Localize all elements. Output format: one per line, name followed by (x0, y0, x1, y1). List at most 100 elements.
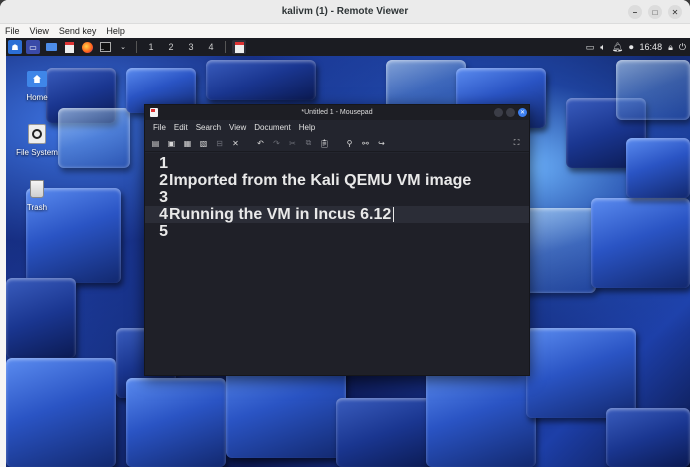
mp-menu-view[interactable]: View (225, 123, 250, 132)
mp-menu-search[interactable]: Search (192, 123, 225, 132)
find-icon[interactable]: ⚲ (343, 137, 356, 150)
save-as-icon[interactable]: ▧ (197, 137, 210, 150)
wallpaper-cube (426, 368, 536, 467)
display-icon[interactable]: ▭ (586, 42, 595, 53)
menu-send-key[interactable]: Send key (54, 26, 102, 36)
remote-viewer-title: kalivm (1) - Remote Viewer (281, 6, 409, 17)
wallpaper-cube (126, 378, 226, 467)
paste-icon[interactable]: 📋︎ (318, 137, 331, 150)
mousepad-titlebar[interactable]: *Untitled 1 - Mousepad ✕ (145, 105, 529, 120)
lock-screen-icon[interactable]: 🔒︎ (668, 42, 673, 53)
mp-menu-help[interactable]: Help (295, 123, 319, 132)
save-icon[interactable]: ▦ (181, 137, 194, 150)
workspace-3[interactable]: 3 (183, 40, 199, 54)
logout-icon[interactable]: ⏻ (679, 42, 686, 53)
chevron-down-icon: ⌄ (120, 44, 126, 51)
desktop-icon-label: Trash (26, 203, 48, 212)
mousepad-menubar: File Edit Search View Document Help (145, 120, 529, 135)
kali-dragon-icon: ☗ (11, 42, 19, 52)
workspace-4[interactable]: 4 (203, 40, 219, 54)
show-desktop-button[interactable]: ▭ (26, 40, 40, 54)
editor-line-current: 4 Running the VM in Incus 6.12 (145, 206, 529, 223)
kali-menu-button[interactable]: ☗ (8, 40, 22, 54)
desktop-icon-file-system[interactable]: File System (9, 123, 65, 157)
undo-icon[interactable]: ↶ (254, 137, 267, 150)
menu-file[interactable]: File (0, 26, 25, 36)
copy-icon[interactable]: ⧉ (302, 137, 315, 150)
mousepad-minimize-button[interactable] (494, 108, 503, 117)
mousepad-title: *Untitled 1 - Mousepad (301, 109, 373, 116)
menu-help[interactable]: Help (101, 26, 130, 36)
mousepad-window: *Untitled 1 - Mousepad ✕ File Edit Searc… (144, 104, 530, 376)
wallpaper-cube (58, 108, 130, 168)
remote-viewer-titlebar[interactable]: kalivm (1) - Remote Viewer – □ ✕ (0, 0, 690, 24)
xfce-panel: ☗ ▭ _ ⌄ 1 2 3 4 ▭ 🔈︎ 🔔︎ ⏺ 16:48 🔒︎ ⏻ (6, 38, 690, 56)
folder-icon (45, 43, 57, 51)
volume-icon[interactable]: 🔈︎ (600, 42, 605, 53)
line-number: 3 (159, 188, 168, 206)
mousepad-toolbar: ▤ ▣ ▦ ▧ ⊟ ✕ ↶ ↷ ✂ ⧉ 📋︎ ⚲ ⚯ ↪ ⛶ (145, 135, 529, 152)
close-icon: ✕ (519, 110, 526, 116)
workspace-2[interactable]: 2 (163, 40, 179, 54)
drive-icon (26, 123, 48, 145)
editor-line: 1 (145, 155, 529, 172)
mp-menu-document[interactable]: Document (250, 123, 294, 132)
redo-icon[interactable]: ↷ (270, 137, 283, 150)
desktop-icon-label: File System (16, 148, 58, 157)
line-number: 2 (159, 171, 168, 189)
mousepad-app-icon (150, 108, 158, 117)
new-document-icon[interactable]: ▤ (149, 137, 162, 150)
maximize-icon: □ (652, 7, 658, 17)
text-caret (393, 207, 395, 222)
firefox-launcher[interactable] (80, 40, 94, 54)
cut-icon[interactable]: ✂ (286, 137, 299, 150)
revert-icon[interactable]: ⊟ (213, 137, 226, 150)
launcher-dropdown[interactable]: ⌄ (116, 40, 130, 54)
text-editor-launcher[interactable] (62, 40, 76, 54)
wallpaper-cube (616, 60, 690, 120)
taskbar-mousepad[interactable] (232, 40, 246, 54)
desktop-icon-label: Home (26, 93, 48, 102)
editor-line: 5 (145, 223, 529, 240)
desktop-icon-home[interactable]: Home (9, 68, 65, 102)
mousepad-close-button[interactable]: ✕ (518, 108, 527, 117)
mousepad-maximize-button[interactable] (506, 108, 515, 117)
editor-line: 2 Imported from the Kali QEMU VM image (145, 172, 529, 189)
remote-viewer-window: kalivm (1) - Remote Viewer – □ ✕ File Vi… (0, 0, 690, 467)
minimize-button[interactable]: – (628, 5, 642, 19)
wallpaper-cube (606, 408, 690, 467)
file-manager-launcher[interactable] (44, 40, 58, 54)
power-manager-icon[interactable]: ⏺ (629, 42, 634, 53)
wallpaper-cube (336, 398, 436, 467)
panel-separator (136, 41, 137, 53)
maximize-button[interactable]: □ (648, 5, 662, 19)
mp-menu-edit[interactable]: Edit (170, 123, 192, 132)
find-replace-icon[interactable]: ⚯ (359, 137, 372, 150)
workspace-1[interactable]: 1 (143, 40, 159, 54)
text-editor-area[interactable]: 1 2 Imported from the Kali QEMU VM image… (145, 153, 529, 375)
line-text: Running the VM in Incus 6.12 (169, 205, 392, 223)
editor-line: 3 (145, 189, 529, 206)
fullscreen-icon[interactable]: ⛶ (510, 137, 523, 150)
desktop-icon-trash[interactable]: Trash (9, 178, 65, 212)
close-icon: ✕ (671, 7, 679, 17)
notifications-icon[interactable]: 🔔︎ (612, 42, 623, 53)
line-number: 1 (159, 154, 168, 172)
goto-line-icon[interactable]: ↪ (375, 137, 388, 150)
text-editor-icon (64, 41, 74, 53)
mp-menu-file[interactable]: File (149, 123, 170, 132)
open-file-icon[interactable]: ▣ (165, 137, 178, 150)
panel-separator (225, 41, 226, 53)
close-button[interactable]: ✕ (668, 5, 682, 19)
panel-tray: ▭ 🔈︎ 🔔︎ ⏺ 16:48 🔒︎ ⏻ (586, 38, 686, 56)
wallpaper-cube (6, 358, 116, 467)
line-number: 4 (159, 205, 168, 223)
line-text: Imported from the Kali QEMU VM image (169, 171, 472, 189)
close-document-icon[interactable]: ✕ (229, 137, 242, 150)
text-editor-icon (234, 41, 244, 53)
clock[interactable]: 16:48 (640, 42, 663, 52)
wallpaper-cube (526, 328, 636, 418)
menu-view[interactable]: View (25, 26, 54, 36)
terminal-icon: _ (99, 42, 111, 52)
terminal-launcher[interactable]: _ (98, 40, 112, 54)
